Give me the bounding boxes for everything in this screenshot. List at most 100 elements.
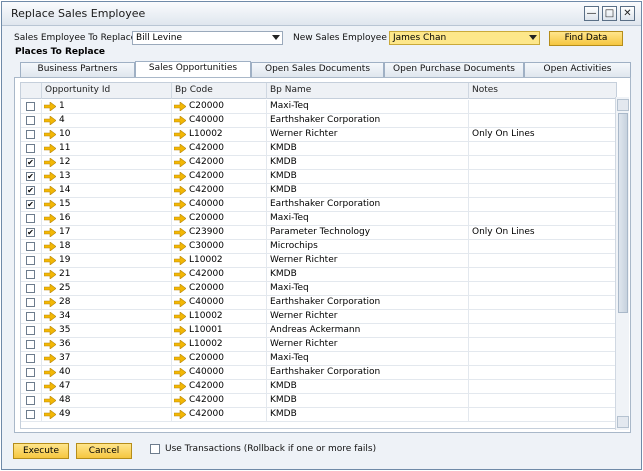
link-arrow-icon[interactable] <box>44 312 56 321</box>
link-arrow-icon[interactable] <box>44 396 56 405</box>
link-arrow-icon[interactable] <box>174 256 186 265</box>
link-arrow-icon[interactable] <box>44 186 56 195</box>
table-row[interactable]: 28 C40000 Earthshaker Corporation <box>21 296 616 310</box>
row-checkbox[interactable]: ✔ <box>26 172 35 181</box>
row-checkbox[interactable] <box>26 312 35 321</box>
table-row[interactable]: 34 L10002 Werner Richter <box>21 310 616 324</box>
table-row[interactable]: 49 C42000 KMDB <box>21 408 616 422</box>
table-row[interactable]: ✔ 14 C42000 KMDB <box>21 184 616 198</box>
link-arrow-icon[interactable] <box>174 396 186 405</box>
table-row[interactable]: 11 C42000 KMDB <box>21 142 616 156</box>
tab-sales-opportunities[interactable]: Sales Opportunities <box>135 61 251 78</box>
row-checkbox[interactable] <box>26 256 35 265</box>
link-arrow-icon[interactable] <box>44 368 56 377</box>
link-arrow-icon[interactable] <box>44 172 56 181</box>
link-arrow-icon[interactable] <box>44 116 56 125</box>
link-arrow-icon[interactable] <box>174 158 186 167</box>
tab-business-partners[interactable]: Business Partners <box>20 62 135 77</box>
link-arrow-icon[interactable] <box>44 354 56 363</box>
link-arrow-icon[interactable] <box>174 284 186 293</box>
link-arrow-icon[interactable] <box>44 158 56 167</box>
link-arrow-icon[interactable] <box>44 130 56 139</box>
row-checkbox[interactable]: ✔ <box>26 158 35 167</box>
table-row[interactable]: 4 C40000 Earthshaker Corporation <box>21 114 616 128</box>
row-checkbox[interactable] <box>26 102 35 111</box>
minimize-button[interactable]: — <box>584 6 599 21</box>
row-checkbox[interactable]: ✔ <box>26 228 35 237</box>
row-checkbox[interactable] <box>26 242 35 251</box>
row-checkbox[interactable] <box>26 326 35 335</box>
execute-button[interactable]: Execute <box>13 443 69 459</box>
link-arrow-icon[interactable] <box>44 144 56 153</box>
link-arrow-icon[interactable] <box>174 368 186 377</box>
vertical-scrollbar[interactable] <box>615 97 629 430</box>
row-checkbox[interactable]: ✔ <box>26 200 35 209</box>
table-row[interactable]: 40 C40000 Earthshaker Corporation <box>21 366 616 380</box>
link-arrow-icon[interactable] <box>174 326 186 335</box>
tab-open-sales-documents[interactable]: Open Sales Documents <box>251 62 384 77</box>
new-employee-select[interactable]: James Chan <box>389 31 540 45</box>
link-arrow-icon[interactable] <box>44 200 56 209</box>
scroll-up-icon[interactable] <box>617 99 629 111</box>
link-arrow-icon[interactable] <box>174 130 186 139</box>
link-arrow-icon[interactable] <box>174 298 186 307</box>
link-arrow-icon[interactable] <box>174 340 186 349</box>
table-row[interactable]: 1 C20000 Maxi-Teq <box>21 100 616 114</box>
link-arrow-icon[interactable] <box>44 284 56 293</box>
link-arrow-icon[interactable] <box>174 172 186 181</box>
table-row[interactable]: 21 C42000 KMDB <box>21 268 616 282</box>
row-checkbox[interactable] <box>26 410 35 419</box>
employee-to-replace-select[interactable]: Bill Levine <box>132 31 283 45</box>
link-arrow-icon[interactable] <box>44 270 56 279</box>
table-row[interactable]: 48 C42000 KMDB <box>21 394 616 408</box>
tab-open-purchase-documents[interactable]: Open Purchase Documents <box>384 62 524 77</box>
link-arrow-icon[interactable] <box>174 410 186 419</box>
table-row[interactable]: 35 L10001 Andreas Ackermann <box>21 324 616 338</box>
scroll-down-icon[interactable] <box>617 416 629 428</box>
tab-open-activities[interactable]: Open Activities <box>524 62 631 77</box>
link-arrow-icon[interactable] <box>44 228 56 237</box>
link-arrow-icon[interactable] <box>44 214 56 223</box>
use-transactions-checkbox[interactable] <box>150 444 160 454</box>
link-arrow-icon[interactable] <box>174 228 186 237</box>
table-row[interactable]: 47 C42000 KMDB <box>21 380 616 394</box>
row-checkbox[interactable] <box>26 382 35 391</box>
row-checkbox[interactable] <box>26 368 35 377</box>
link-arrow-icon[interactable] <box>44 298 56 307</box>
row-checkbox[interactable] <box>26 116 35 125</box>
link-arrow-icon[interactable] <box>44 382 56 391</box>
row-checkbox[interactable] <box>26 284 35 293</box>
link-arrow-icon[interactable] <box>174 200 186 209</box>
link-arrow-icon[interactable] <box>44 102 56 111</box>
table-row[interactable]: 36 L10002 Werner Richter <box>21 338 616 352</box>
column-header-bp-name[interactable]: Bp Name <box>267 83 469 99</box>
maximize-button[interactable]: □ <box>602 6 617 21</box>
link-arrow-icon[interactable] <box>174 116 186 125</box>
table-row[interactable]: 16 C20000 Maxi-Teq <box>21 212 616 226</box>
link-arrow-icon[interactable] <box>44 242 56 251</box>
table-row[interactable]: 25 C20000 Maxi-Teq <box>21 282 616 296</box>
table-row[interactable]: ✔ 15 C40000 Earthshaker Corporation <box>21 198 616 212</box>
link-arrow-icon[interactable] <box>174 102 186 111</box>
row-checkbox[interactable] <box>26 144 35 153</box>
link-arrow-icon[interactable] <box>174 144 186 153</box>
link-arrow-icon[interactable] <box>44 326 56 335</box>
close-button[interactable]: ✕ <box>620 6 635 21</box>
table-row[interactable]: ✔ 12 C42000 KMDB <box>21 156 616 170</box>
link-arrow-icon[interactable] <box>44 410 56 419</box>
column-header-bp-code[interactable]: Bp Code <box>172 83 267 99</box>
link-arrow-icon[interactable] <box>174 312 186 321</box>
table-row[interactable]: 18 C30000 Microchips <box>21 240 616 254</box>
link-arrow-icon[interactable] <box>174 382 186 391</box>
table-row[interactable]: 19 L10002 Werner Richter <box>21 254 616 268</box>
row-checkbox[interactable]: ✔ <box>26 186 35 195</box>
title-bar[interactable]: Replace Sales Employee — □ ✕ <box>2 2 641 26</box>
row-checkbox[interactable] <box>26 270 35 279</box>
row-checkbox[interactable] <box>26 340 35 349</box>
link-arrow-icon[interactable] <box>174 354 186 363</box>
link-arrow-icon[interactable] <box>174 242 186 251</box>
table-row[interactable]: ✔ 17 C23900 Parameter Technology Only On Lin… <box>21 226 616 240</box>
table-row[interactable]: 10 L10002 Werner Richter Only On Lines <box>21 128 616 142</box>
column-header-notes[interactable]: Notes <box>469 83 616 99</box>
link-arrow-icon[interactable] <box>44 256 56 265</box>
